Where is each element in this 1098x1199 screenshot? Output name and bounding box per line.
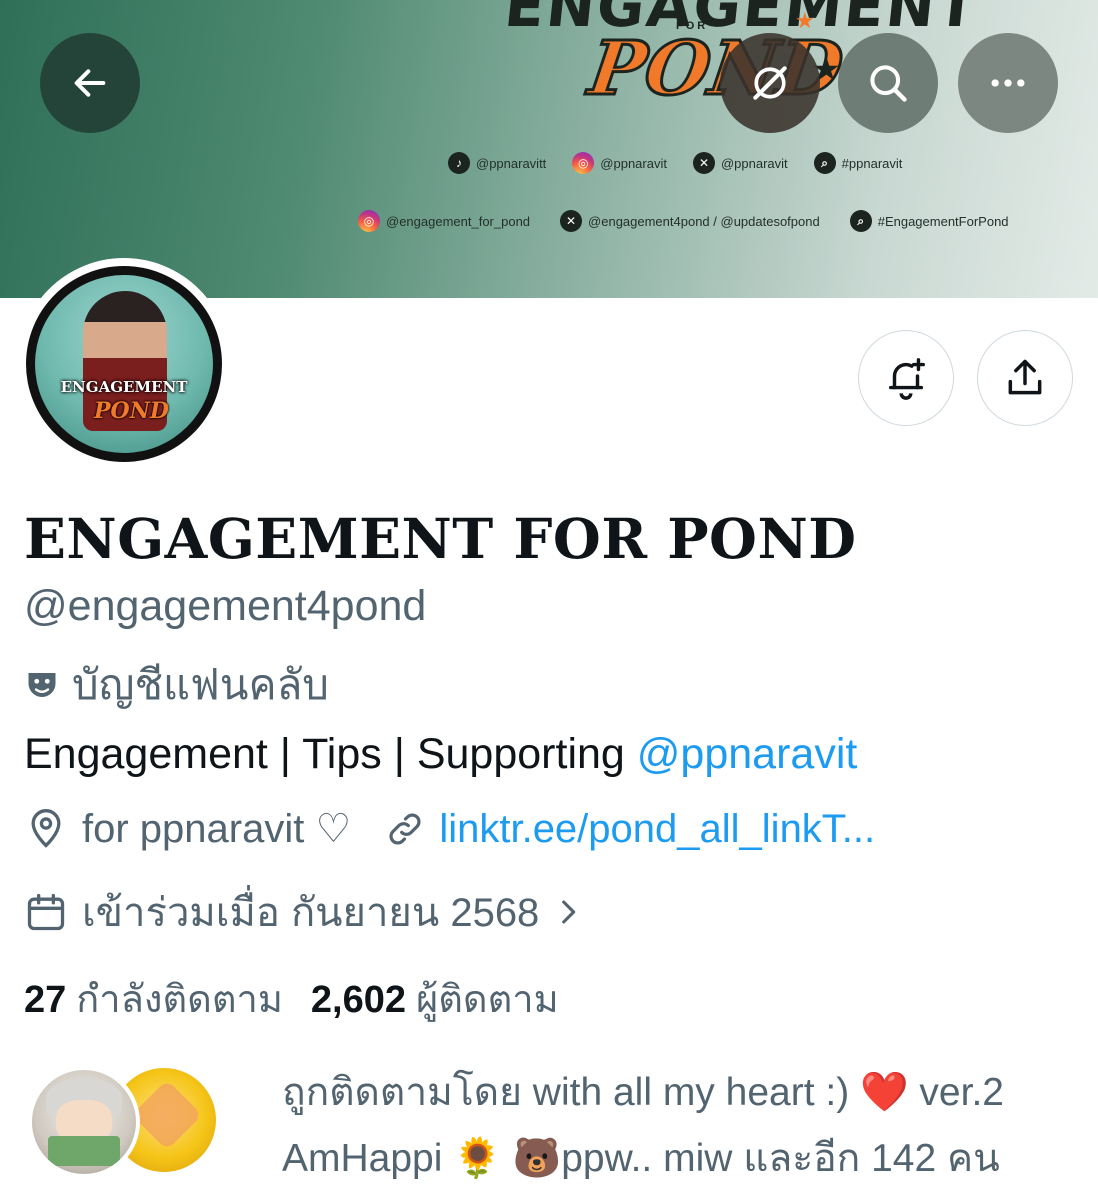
joined-row[interactable]: เข้าร่วมเมื่อ กันยายน 2568 — [24, 880, 585, 944]
bio-mention-link[interactable]: @ppnaravit — [637, 730, 858, 778]
followed-by-line-2: AmHappi 🌻 🐻ppw.. miw และอีก 142 คน — [282, 1137, 1000, 1180]
more-button[interactable] — [958, 33, 1058, 133]
location-text: for ppnaravit ♡ — [82, 807, 352, 851]
follower-avatar — [28, 1066, 140, 1178]
share-button[interactable] — [977, 330, 1073, 426]
avatar[interactable]: ENGAGEMENT POND — [18, 258, 230, 470]
banner-social-label: #ppnaravit — [841, 155, 903, 171]
banner-social-label: #EngagementForPond — [877, 213, 1009, 229]
banner-social-item: ✕ @ppnaravit — [692, 152, 788, 174]
banner-social-label: @ppnaravit — [720, 155, 788, 171]
followed-by-text: ถูกติดตามโดย with all my heart :) ❤️ ver… — [282, 1060, 1082, 1192]
following-count: 27 — [24, 979, 67, 1021]
handle: @engagement4pond — [24, 582, 427, 630]
x-icon: ✕ — [560, 210, 583, 232]
followers-stat[interactable]: 2,602 ผู้ติดตาม — [311, 968, 559, 1029]
banner-social-item: ♪ @ppnaravitt — [448, 152, 546, 174]
following-label: กำลังติดตาม — [76, 979, 283, 1021]
location-pin-icon — [31, 809, 61, 848]
grok-button[interactable] — [720, 33, 820, 133]
back-button[interactable] — [40, 33, 140, 133]
banner-social-row-2: ◎ @engagement_for_pond ✕ @engagement4pon… — [358, 210, 1009, 232]
banner-social-label: @engagement_for_pond — [386, 213, 531, 229]
profile-meta-row: for ppnaravit ♡ linktr.ee/pond_all_linkT… — [24, 806, 875, 852]
banner-social-item: ⌕ #ppnaravit — [813, 152, 903, 174]
search-icon: ⌕ — [813, 152, 836, 174]
back-arrow-icon — [74, 69, 106, 97]
search-icon — [870, 65, 907, 102]
grok-icon — [753, 66, 787, 100]
instagram-icon: ◎ — [572, 152, 595, 174]
share-icon — [1008, 359, 1042, 395]
follow-stats: 27 กำลังติดตาม 2,602 ผู้ติดตาม — [24, 968, 559, 1029]
calendar-icon — [27, 893, 65, 931]
account-category: บัญชีแฟนคลับ — [24, 652, 329, 718]
banner-social-item: ⌕ #EngagementForPond — [849, 210, 1009, 232]
followed-by-line-1: ถูกติดตามโดย with all my heart :) ❤️ ver… — [282, 1071, 1004, 1114]
bio-text: Engagement | Tips | Supporting — [24, 730, 637, 778]
followers-count: 2,602 — [310, 979, 406, 1021]
star-icon: ★ — [795, 8, 815, 33]
account-category-label: บัญชีแฟนคลับ — [72, 661, 329, 708]
avatar-photo — [35, 275, 213, 453]
banner-social-label: @engagement4pond / @updatesofpond — [588, 213, 820, 229]
tiktok-icon: ♪ — [448, 152, 470, 174]
avatar-book — [48, 1136, 120, 1166]
website-link[interactable]: linktr.ee/pond_all_linkT... — [439, 807, 875, 852]
banner-social-item: ◎ @ppnaravit — [572, 152, 667, 174]
followers-label: ผู้ติดตาม — [415, 979, 559, 1021]
instagram-icon: ◎ — [358, 210, 380, 232]
joined-date: เข้าร่วมเมื่อ กันยายน 2568 — [82, 891, 540, 935]
banner-social-item: ◎ @engagement_for_pond — [358, 210, 530, 232]
profile-banner[interactable]: ENGAGEMENT FOR POND ★ ★ ♪ @ppnaravitt ◎ … — [0, 0, 1098, 298]
avatar-logo-text: ENGAGEMENT — [60, 378, 188, 396]
following-stat[interactable]: 27 กำลังติดตาม — [24, 968, 283, 1029]
avatar-image: ENGAGEMENT POND — [26, 266, 222, 462]
banner-social-item: ✕ @engagement4pond / @updatesofpond — [560, 210, 820, 232]
followed-by-section[interactable]: ถูกติดตามโดย with all my heart :) ❤️ ver… — [24, 1060, 1084, 1190]
chevron-right-icon — [562, 900, 576, 924]
display-name: ENGAGEMENT FOR POND — [24, 506, 857, 571]
bio: Engagement | Tips | Supporting @ppnaravi… — [24, 730, 857, 779]
search-button[interactable] — [838, 33, 938, 133]
heart-shape — [131, 1079, 203, 1151]
banner-social-row-1: ♪ @ppnaravitt ◎ @ppnaravit ✕ @ppnaravit … — [448, 152, 902, 174]
link-icon — [389, 813, 421, 845]
notify-button[interactable] — [858, 330, 954, 426]
mask-icon — [28, 673, 56, 697]
banner-social-label: @ppnaravitt — [476, 155, 547, 171]
more-dots-icon — [991, 79, 1025, 87]
bell-plus-icon — [888, 358, 925, 400]
search-icon: ⌕ — [849, 210, 872, 232]
avatar-logo-text-pond: POND — [94, 398, 169, 424]
banner-social-label: @ppnaravit — [600, 155, 667, 171]
x-icon: ✕ — [692, 152, 715, 174]
